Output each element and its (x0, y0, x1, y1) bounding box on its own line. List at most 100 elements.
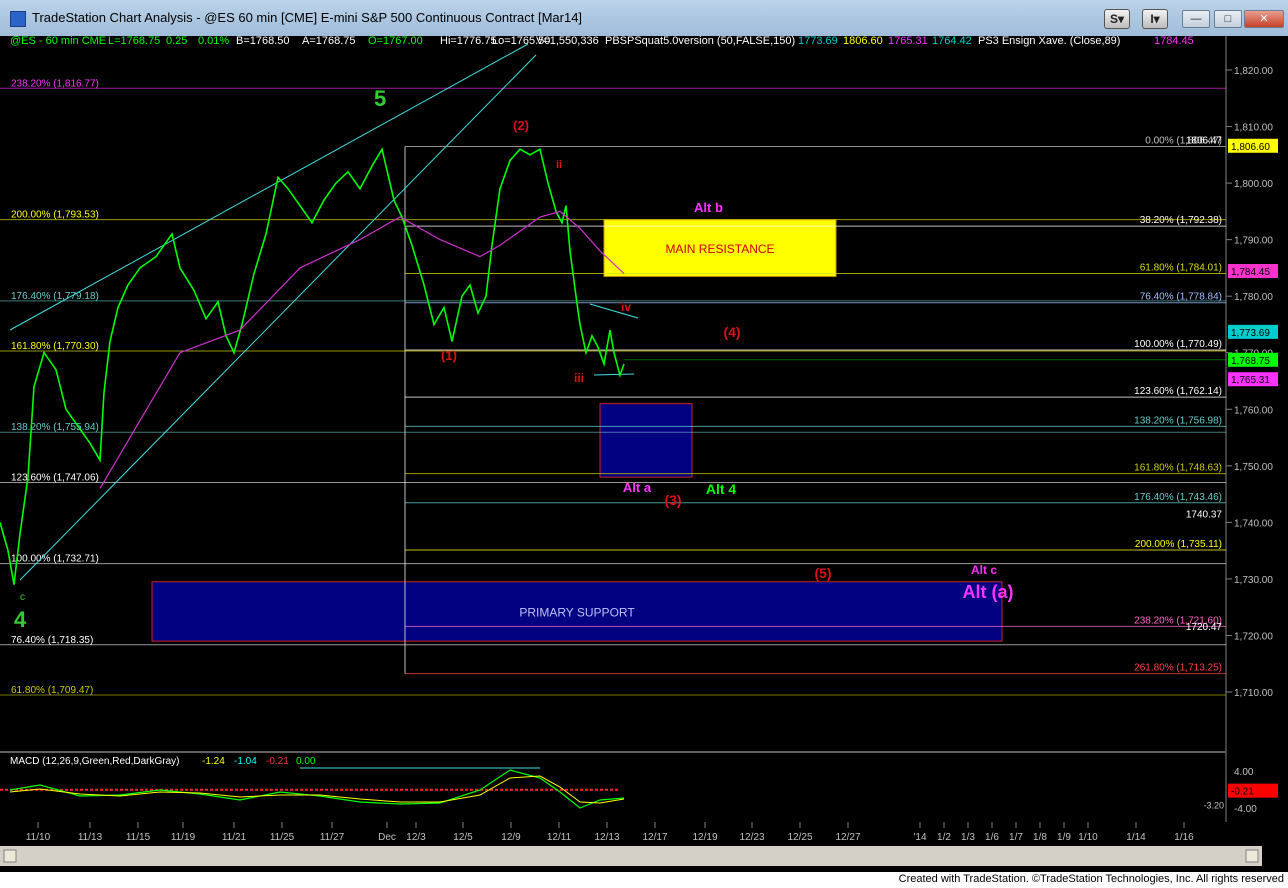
price-chart[interactable]: MAIN RESISTANCEPRIMARY SUPPORT 0.00% (1,… (0, 35, 1288, 872)
date-tick-label: 1/8 (1033, 832, 1047, 843)
value-tag: 1740.37 (1186, 509, 1223, 520)
insert-button-label: I (1150, 12, 1154, 26)
insert-button[interactable]: I▾ (1142, 9, 1168, 29)
fib-left-label: 238.20% (1,816.77) (11, 78, 99, 89)
fib-left-label: 138.20% (1,755.94) (11, 422, 99, 433)
date-tick-label: 11/13 (78, 832, 103, 843)
date-tick-label: 12/19 (692, 832, 717, 843)
scroll-right-button[interactable] (1245, 849, 1259, 863)
maximize-button[interactable]: □ (1214, 10, 1242, 28)
wave-label: (4) (723, 324, 740, 340)
date-tick-label: '14 (913, 832, 926, 843)
fib-left-label: 100.00% (1,732.71) (11, 554, 99, 565)
scroll-left-button[interactable] (3, 849, 17, 863)
price-tick-label: 1,780.00 (1234, 292, 1273, 303)
price-tick-label: 1,750.00 (1234, 462, 1273, 473)
macd-legend: MACD (12,26,9,Green,Red,DarkGray) (10, 756, 180, 767)
price-tick-label: 1,810.00 (1234, 123, 1273, 134)
header-study-v4: 1764.42 (932, 36, 972, 47)
price-badge-label: 1,768.75 (1231, 356, 1270, 367)
header-bid: B=1768.50 (236, 36, 290, 47)
fib-left-label: 200.00% (1,793.53) (11, 210, 99, 221)
fib-left-label: 76.40% (1,718.35) (11, 635, 93, 646)
header-ask: A=1768.75 (302, 36, 356, 47)
header-open: O=1767.00 (368, 36, 423, 47)
header-change: 0.25 (166, 36, 187, 47)
date-tick-label: 12/9 (501, 832, 521, 843)
wave-label: Alt (a) (963, 582, 1014, 602)
date-tick-label: 11/10 (26, 832, 51, 843)
price-tick-label: 1,730.00 (1234, 575, 1273, 586)
minimize-button[interactable]: — (1182, 10, 1210, 28)
macd-value-3: -0.21 (266, 756, 289, 767)
date-tick-label: 1/6 (985, 832, 999, 843)
price-tick-label: 1,790.00 (1234, 236, 1273, 247)
wave-label: (2) (513, 118, 529, 133)
price-badge-label: 1,784.45 (1231, 267, 1270, 278)
fib-right-label: 176.40% (1,743.46) (1134, 492, 1222, 503)
date-tick-label: 1/7 (1009, 832, 1023, 843)
date-tick-label: 12/27 (835, 832, 860, 843)
macd-badge-label: -0.21 (1231, 787, 1254, 798)
fib-left-label: 123.60% (1,747.06) (11, 472, 99, 483)
date-tick-label: 11/15 (126, 832, 151, 843)
fib-left-label: 161.80% (1,770.30) (11, 341, 99, 352)
fib-left-label: 61.80% (1,709.47) (11, 685, 93, 696)
price-tick-label: 1,820.00 (1234, 66, 1273, 77)
header-volume: V=1,550,336 (536, 36, 599, 47)
wave-label: iv (621, 300, 631, 314)
date-tick-label: 12/17 (642, 832, 667, 843)
price-badge-label: 1,806.60 (1231, 142, 1270, 153)
wave-label: Alt a (623, 480, 652, 495)
fib-right-label: 138.20% (1,756.98) (1134, 415, 1222, 426)
fib-right-label: 161.80% (1,748.63) (1134, 463, 1222, 474)
header-ensign: PS3 Ensign Xave. (Close,89) (978, 36, 1120, 47)
macd-tick-label: -4.00 (1234, 804, 1257, 815)
date-tick-label: 1/9 (1057, 832, 1071, 843)
wave-label: ii (556, 159, 562, 171)
credit-text: Created with TradeStation. ©TradeStation… (898, 873, 1284, 885)
date-tick-label: Dec (378, 832, 396, 843)
zone-label-0: MAIN RESISTANCE (665, 242, 774, 256)
date-tick-label: 12/11 (547, 832, 572, 843)
style-button[interactable]: S▾ (1104, 9, 1130, 29)
date-tick-label: 1/2 (937, 832, 951, 843)
date-tick-label: 11/27 (320, 832, 345, 843)
fib-right-label: 200.00% (1,735.11) (1135, 539, 1222, 550)
date-tick-label: 12/13 (594, 832, 619, 843)
wave-label: (3) (664, 492, 681, 508)
alt-b-label: Alt b (694, 200, 723, 215)
price-tick-label: 1,720.00 (1234, 631, 1273, 642)
chart-area[interactable]: MAIN RESISTANCE PRIMARY SUPPORT 0.00% (1,… (0, 35, 1288, 872)
header-ensign-value: 1784.45 (1154, 36, 1194, 47)
header-high: Hi=1776.75 (440, 36, 497, 47)
footer: Created with TradeStation. ©TradeStation… (0, 872, 1288, 888)
macd-value-2: -1.04 (234, 756, 257, 767)
macd-tick-label: 4.00 (1234, 767, 1254, 778)
value-tag: 1720.47 (1186, 622, 1223, 633)
price-axis-panel (1226, 36, 1288, 872)
header-study: PBSPSquat5.0version (50,FALSE,150) (605, 36, 795, 47)
style-button-label: S (1109, 12, 1118, 26)
date-tick-label: 12/25 (787, 832, 812, 843)
header-study-v2: 1806.60 (843, 36, 883, 47)
date-tick-label: 12/5 (453, 832, 473, 843)
date-tick-label: 1/14 (1126, 832, 1146, 843)
price-tick-label: 1,760.00 (1234, 405, 1273, 416)
wave-label: iii (574, 371, 584, 385)
scrollbar-track[interactable] (0, 846, 1262, 866)
title-bar: TradeStation Chart Analysis - @ES 60 min… (0, 0, 1288, 37)
macd-value-1: -1.24 (202, 756, 225, 767)
date-tick-label: 11/21 (222, 832, 247, 843)
fib-right-label: 123.60% (1,762.14) (1134, 386, 1222, 397)
wave-label: (5) (814, 565, 831, 581)
close-button[interactable]: ✕ (1244, 10, 1284, 28)
wave-label: Alt c (971, 563, 997, 577)
header-last: L=1768.75 (108, 36, 160, 47)
header-study-v3: 1765.31 (888, 36, 928, 47)
fib-right-label: 61.80% (1,784.01) (1140, 263, 1222, 274)
price-tick-label: 1,710.00 (1234, 688, 1273, 699)
macd-tag-b: -3.20 (1203, 800, 1224, 810)
window-title: TradeStation Chart Analysis - @ES 60 min… (32, 10, 583, 25)
header-study-v1: 1773.69 (798, 36, 838, 47)
